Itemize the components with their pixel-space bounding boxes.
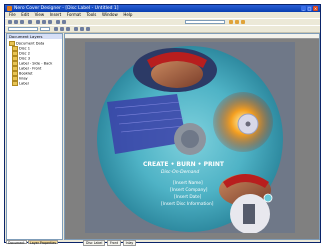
size-select[interactable] (40, 27, 50, 31)
format-toolbar (5, 25, 320, 33)
new-icon[interactable] (8, 20, 12, 24)
minimize-button[interactable]: _ (301, 6, 306, 11)
window-title: Nero Cover Designer - [Disc Label - Unti… (14, 6, 119, 11)
tree-item-label: Label - Front (19, 66, 42, 71)
layer-tree: Document Data Disc 1 Disc 2 Disc 3 Label… (9, 41, 52, 86)
tab-disc-label[interactable]: Disc Label (83, 240, 106, 246)
pane-tabs: Document Layer Properties (6, 240, 63, 245)
tree-item-label: Label - Side - Back (19, 61, 53, 66)
disc-subline[interactable]: Disc-On-Demand (161, 169, 199, 175)
insert-date-field[interactable]: [Insert Date] (174, 194, 202, 200)
title-bar[interactable]: Nero Cover Designer - [Disc Label - Unti… (5, 5, 320, 12)
accent-dot (263, 193, 273, 203)
tree-item[interactable]: Label (9, 81, 52, 86)
italic-icon[interactable] (60, 27, 64, 31)
design-canvas[interactable]: CREATE • BURN • PRINT Disc-On-Demand [In… (64, 33, 320, 240)
font-select[interactable] (8, 27, 38, 31)
align-right-icon[interactable] (86, 27, 90, 31)
print-icon[interactable] (28, 20, 32, 24)
app-icon (7, 6, 12, 11)
tab-front[interactable]: Front (106, 240, 122, 246)
disc-headline[interactable]: CREATE • BURN • PRINT (143, 161, 225, 168)
tool-icon[interactable] (235, 20, 239, 24)
label-card[interactable]: CREATE • BURN • PRINT Disc-On-Demand [In… (85, 42, 295, 233)
tree-item-label: Disc 1 (19, 46, 31, 51)
app-window: Nero Cover Designer - [Disc Label - Unti… (4, 4, 321, 246)
layers-pane: Document Layers Document Data Disc 1 Dis… (6, 33, 63, 240)
close-button[interactable]: × (313, 6, 318, 11)
tree-item-label: Inlay (19, 76, 28, 81)
tool-icon[interactable] (229, 20, 233, 24)
tree-item-label: Disc 2 (19, 51, 31, 56)
open-icon[interactable] (14, 20, 18, 24)
tree-item-label: Disc 3 (19, 56, 31, 61)
tab-layer-properties[interactable]: Layer Properties (28, 240, 59, 245)
insert-company-field[interactable]: [Insert Company] (170, 187, 208, 193)
copy-icon[interactable] (42, 20, 46, 24)
bold-icon[interactable] (54, 27, 58, 31)
tab-document[interactable]: Document (6, 240, 27, 245)
align-center-icon[interactable] (80, 27, 84, 31)
cd-hole (245, 121, 251, 127)
undo-icon[interactable] (56, 20, 60, 24)
underline-icon[interactable] (66, 27, 70, 31)
paste-icon[interactable] (48, 20, 52, 24)
tree-item-label: Document Data (16, 41, 45, 46)
disc-center-hole (181, 130, 199, 148)
maximize-button[interactable]: □ (307, 6, 312, 11)
disc-label-artwork: CREATE • BURN • PRINT Disc-On-Demand [In… (85, 42, 295, 233)
folder-icon (12, 81, 18, 86)
tree-item-label: Booklet (19, 71, 33, 76)
align-left-icon[interactable] (74, 27, 78, 31)
building-image (243, 204, 255, 224)
redo-icon[interactable] (62, 20, 66, 24)
layers-pane-header: Document Layers (7, 34, 62, 39)
page-tabs: Disc Label Front Inlay (83, 240, 137, 246)
save-icon[interactable] (20, 20, 24, 24)
tab-inlay[interactable]: Inlay (122, 240, 137, 246)
tree-item-label: Label (19, 81, 29, 86)
cut-icon[interactable] (36, 20, 40, 24)
horizontal-ruler (65, 34, 319, 39)
insert-disc-info-field[interactable]: [Insert Disc Information] (161, 201, 214, 207)
zoom-select[interactable] (185, 20, 225, 24)
tool-icon[interactable] (241, 20, 245, 24)
insert-name-field[interactable]: [Insert Name] (173, 180, 203, 186)
